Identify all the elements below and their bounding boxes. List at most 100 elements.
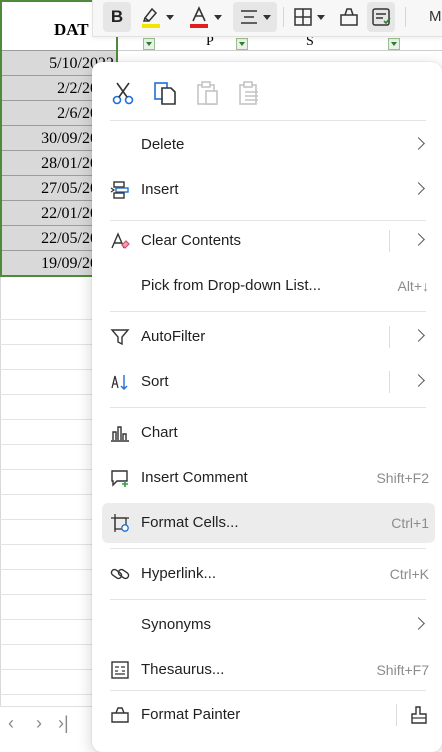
menu-item-insert[interactable]: Insert [102, 170, 435, 210]
fill-button[interactable] [335, 2, 363, 32]
chevron-right-icon [412, 617, 425, 630]
grid-line [0, 669, 92, 670]
link-icon [110, 568, 130, 580]
font-color-icon [190, 6, 208, 28]
menu-item-label: Hyperlink... [141, 565, 217, 582]
menu-item-shortcut: Shift+F7 [376, 662, 429, 678]
comment-icon [111, 470, 128, 487]
filter-icon [110, 329, 130, 346]
menu-item-label: Delete [141, 136, 185, 153]
chevron-down-icon [317, 14, 325, 20]
highlight-color-button[interactable] [137, 2, 177, 32]
chevron-right-icon [412, 137, 425, 150]
filter-dropdown-button[interactable] [236, 38, 248, 50]
menu-item-format-painter[interactable]: Format Painter [102, 695, 435, 735]
copy-icon [154, 82, 176, 105]
grid-line [0, 569, 92, 570]
font-color-button[interactable] [185, 2, 225, 32]
paste-special-button[interactable] [234, 78, 264, 108]
filter-dropdown-button[interactable] [388, 38, 400, 50]
menu-item-clear-contents[interactable]: Clear Contents [102, 221, 435, 261]
chevron-right-icon [412, 182, 425, 195]
format-cells-icon [111, 514, 129, 532]
chevron-down-icon [263, 14, 271, 20]
menu-item-sort[interactable]: Sort [102, 362, 435, 402]
menu-item-separator [389, 326, 390, 348]
cut-button[interactable] [108, 78, 138, 108]
chevron-right-icon [412, 329, 425, 342]
borders-icon [294, 8, 312, 26]
align-button[interactable] [233, 2, 277, 32]
toolbar-divider [283, 7, 284, 27]
align-center-icon [241, 10, 257, 24]
menu-item-hyperlink[interactable]: Hyperlink... Ctrl+K [102, 554, 435, 594]
grid-line [0, 319, 92, 320]
menu-item-label: Chart [141, 424, 178, 441]
grid-line [0, 494, 92, 495]
grid-line [0, 419, 92, 420]
sheet-tab-navigation: ‹ › ›| [0, 706, 92, 741]
prev-sheet-icon[interactable]: ‹ [8, 713, 14, 734]
menu-divider [110, 120, 426, 121]
menu-divider [110, 311, 426, 312]
menu-item-label: Format Cells... [141, 514, 239, 531]
grid-line [0, 369, 92, 370]
chart-icon [111, 426, 129, 442]
menu-item-label: Insert [141, 181, 179, 198]
grid-line [0, 394, 92, 395]
menu-item-insert-comment[interactable]: Insert Comment Shift+F2 [102, 458, 435, 498]
menu-item-label: Insert Comment [141, 469, 248, 486]
menu-divider [110, 599, 426, 600]
menu-item-label: Thesaurus... [141, 661, 225, 678]
clipboard-row [92, 62, 442, 128]
filter-dropdown-button[interactable] [143, 38, 155, 50]
more-toolbar-label[interactable]: M [429, 8, 442, 25]
bold-button[interactable]: B [103, 2, 131, 32]
next-sheet-icon[interactable]: › [36, 713, 42, 734]
grid-line [0, 444, 92, 445]
menu-item-label: Sort [141, 373, 169, 390]
chevron-down-icon [166, 14, 174, 20]
menu-item-delete[interactable]: Delete [102, 125, 435, 165]
menu-divider [110, 548, 426, 549]
menu-item-thesaurus[interactable]: Thesaurus... Shift+F7 [102, 650, 435, 690]
grid-line [0, 594, 92, 595]
insert-icon [110, 181, 129, 199]
menu-divider [110, 407, 426, 408]
paintbrush-icon[interactable] [409, 705, 429, 725]
chevron-right-icon [412, 374, 425, 387]
eraser-icon [111, 232, 130, 249]
grid-line [0, 644, 92, 645]
paste-button[interactable] [192, 78, 222, 108]
menu-divider [110, 690, 426, 691]
copy-button[interactable] [150, 78, 180, 108]
fill-bucket-icon [340, 8, 358, 26]
menu-item-label: AutoFilter [141, 328, 206, 345]
menu-item-shortcut: Alt+↓ [397, 278, 429, 294]
menu-item-synonyms[interactable]: Synonyms [102, 605, 435, 645]
mini-toolbar: B M [92, 0, 442, 37]
menu-item-separator [389, 230, 390, 252]
menu-item-shortcut: Ctrl+1 [391, 515, 429, 531]
grid-line [0, 519, 92, 520]
menu-item-pick-from-list[interactable]: Pick from Drop-down List... Alt+↓ [102, 266, 435, 306]
menu-item-label: Synonyms [141, 616, 212, 633]
menu-item-shortcut: Shift+F2 [376, 470, 429, 486]
menu-item-format-cells[interactable]: Format Cells... Ctrl+1 [102, 503, 435, 543]
menu-item-chart[interactable]: Chart [102, 413, 435, 453]
grid-line [0, 619, 92, 620]
sort-icon [111, 375, 128, 390]
menu-item-separator [389, 371, 390, 393]
last-sheet-icon[interactable]: ›| [58, 713, 69, 734]
paste-icon [197, 81, 218, 105]
highlighter-icon [142, 7, 160, 28]
format-painter-icon [111, 707, 129, 723]
thesaurus-icon [111, 661, 129, 679]
menu-item-label: Clear Contents [141, 232, 242, 249]
context-menu: Delete Insert Clear Contents Pick from D… [92, 62, 442, 752]
format-button[interactable] [367, 2, 395, 32]
menu-item-separator [396, 704, 397, 726]
menu-item-label: Format Painter [141, 706, 241, 723]
menu-item-autofilter[interactable]: AutoFilter [102, 317, 435, 357]
borders-button[interactable] [289, 2, 329, 32]
